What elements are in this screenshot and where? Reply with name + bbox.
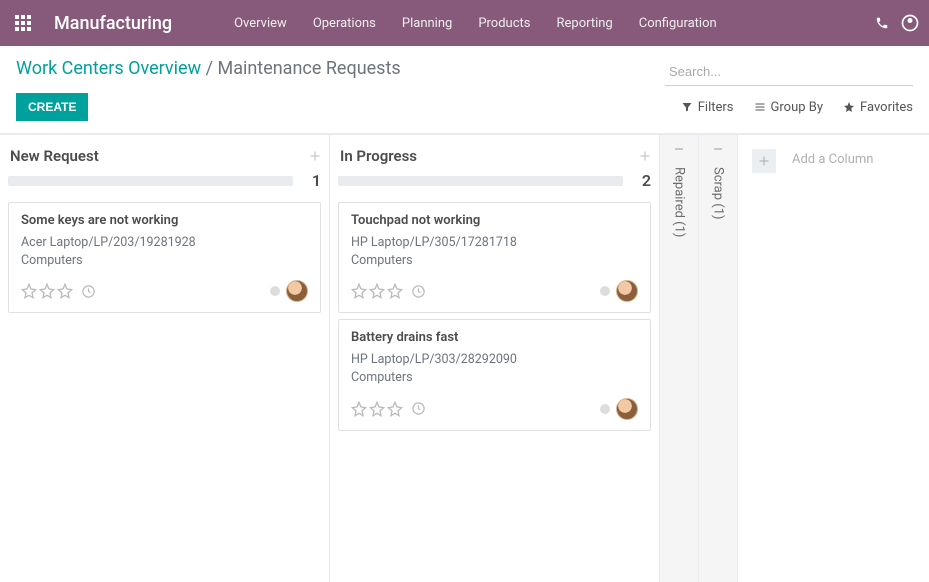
star-outline-icon: [369, 283, 385, 299]
card-category: Computers: [351, 369, 638, 387]
page-header: Work Centers Overview / Maintenance Requ…: [0, 46, 929, 87]
star-icon: [843, 101, 855, 113]
kanban-board: New Request 1 Some keys are not working …: [0, 134, 929, 582]
nav-item-configuration[interactable]: Configuration: [627, 2, 729, 45]
chat-icon[interactable]: [897, 10, 923, 36]
column-header: In Progress: [338, 143, 651, 171]
assignee-avatar[interactable]: [616, 280, 638, 302]
nav-item-products[interactable]: Products: [466, 2, 542, 45]
minus-icon: [673, 143, 685, 155]
column-header: New Request: [8, 143, 321, 171]
breadcrumb: Work Centers Overview / Maintenance Requ…: [16, 58, 401, 79]
star-outline-icon: [351, 401, 367, 417]
column-count: 1: [303, 171, 321, 190]
column-new-request: New Request 1 Some keys are not working …: [0, 135, 330, 582]
progress-row: 1: [8, 171, 321, 190]
minus-icon: [712, 143, 724, 155]
groupby-label: Group By: [771, 100, 824, 115]
priority-stars[interactable]: [21, 283, 96, 299]
app-brand[interactable]: Manufacturing: [46, 13, 192, 34]
create-button[interactable]: Create: [16, 93, 88, 121]
kanban-card[interactable]: Some keys are not working Acer Laptop/LP…: [8, 202, 321, 313]
clock-icon: [411, 284, 426, 299]
nav-item-operations[interactable]: Operations: [301, 2, 388, 45]
column-folded-repaired[interactable]: Repaired (1): [660, 135, 699, 582]
card-right-icons: [600, 280, 638, 302]
column-quick-add[interactable]: [639, 150, 651, 162]
star-outline-icon: [387, 283, 403, 299]
column-count: 2: [633, 171, 651, 190]
search-area: [665, 58, 913, 86]
card-title: Some keys are not working: [21, 213, 308, 228]
card-title: Battery drains fast: [351, 330, 638, 345]
funnel-icon: [681, 101, 693, 113]
apps-icon: [15, 15, 31, 31]
apps-button[interactable]: [0, 0, 46, 46]
assignee-avatar[interactable]: [616, 398, 638, 420]
plus-icon: [309, 150, 321, 162]
filters-button[interactable]: Filters: [681, 100, 734, 115]
add-column-label[interactable]: Add a Column: [792, 149, 873, 167]
kanban-card[interactable]: Touchpad not working HP Laptop/LP/305/17…: [338, 202, 651, 313]
favorites-label: Favorites: [860, 100, 913, 115]
plus-icon: [758, 155, 770, 167]
priority-stars[interactable]: [351, 283, 426, 299]
card-footer: [21, 280, 308, 302]
filter-bar: Filters Group By Favorites: [681, 100, 913, 115]
card-title: Touchpad not working: [351, 213, 638, 228]
card-footer: [351, 398, 638, 420]
folded-title: Scrap (1): [711, 167, 726, 220]
nav-item-planning[interactable]: Planning: [390, 2, 464, 45]
search-input[interactable]: [665, 58, 913, 86]
column-title[interactable]: New Request: [10, 147, 99, 165]
nav-item-reporting[interactable]: Reporting: [545, 2, 625, 45]
nav-menu: Overview Operations Planning Products Re…: [222, 2, 729, 45]
card-footer: [351, 280, 638, 302]
state-dot[interactable]: [270, 286, 280, 296]
clock-icon: [81, 284, 96, 299]
add-column-plus[interactable]: [752, 149, 776, 173]
breadcrumb-current: Maintenance Requests: [217, 58, 400, 79]
breadcrumb-sep: /: [206, 58, 213, 79]
column-title[interactable]: In Progress: [340, 147, 417, 165]
card-category: Computers: [351, 252, 638, 270]
plus-icon: [639, 150, 651, 162]
star-outline-icon: [39, 283, 55, 299]
progress-bar[interactable]: [338, 176, 623, 186]
list-icon: [754, 101, 766, 113]
card-right-icons: [270, 280, 308, 302]
nav-right: [867, 10, 929, 36]
star-outline-icon: [351, 283, 367, 299]
column-in-progress: In Progress 2 Touchpad not working HP La…: [330, 135, 660, 582]
clock-icon: [411, 401, 426, 416]
kanban-card[interactable]: Battery drains fast HP Laptop/LP/303/282…: [338, 319, 651, 430]
favorites-button[interactable]: Favorites: [843, 100, 913, 115]
card-category: Computers: [21, 252, 308, 270]
progress-row: 2: [338, 171, 651, 190]
state-dot[interactable]: [600, 286, 610, 296]
progress-bar[interactable]: [8, 176, 293, 186]
column-quick-add[interactable]: [309, 150, 321, 162]
assignee-avatar[interactable]: [286, 280, 308, 302]
star-outline-icon: [387, 401, 403, 417]
priority-stars[interactable]: [351, 401, 426, 417]
star-outline-icon: [57, 283, 73, 299]
nav-item-overview[interactable]: Overview: [222, 2, 299, 45]
phone-icon[interactable]: [867, 16, 897, 30]
card-right-icons: [600, 398, 638, 420]
state-dot[interactable]: [600, 404, 610, 414]
star-outline-icon: [369, 401, 385, 417]
card-asset: HP Laptop/LP/305/17281718: [351, 234, 638, 252]
filters-label: Filters: [698, 100, 734, 115]
star-outline-icon: [21, 283, 37, 299]
breadcrumb-parent[interactable]: Work Centers Overview: [16, 58, 201, 79]
column-folded-scrap[interactable]: Scrap (1): [699, 135, 738, 582]
groupby-button[interactable]: Group By: [754, 100, 824, 115]
actions-row: Create Filters Group By Favorites: [0, 87, 929, 134]
add-column-area: Add a Column: [738, 135, 929, 582]
top-nav: Manufacturing Overview Operations Planni…: [0, 0, 929, 46]
folded-title: Repaired (1): [672, 167, 687, 237]
card-asset: HP Laptop/LP/303/28292090: [351, 351, 638, 369]
card-asset: Acer Laptop/LP/203/19281928: [21, 234, 308, 252]
